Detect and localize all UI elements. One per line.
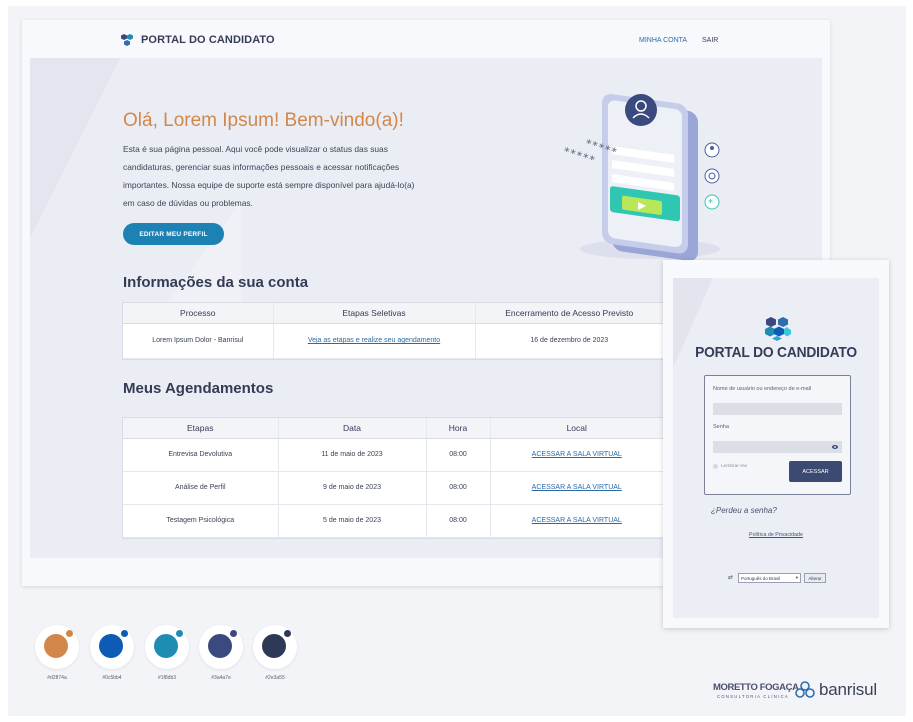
phone-login-illustration: ***** ***** * bbox=[561, 94, 720, 261]
hexagon-logo-icon bbox=[765, 317, 791, 341]
swatch-dot bbox=[121, 630, 128, 637]
step-date: 5 de maio de 2023 bbox=[278, 504, 427, 538]
password-label: Senha bbox=[713, 424, 729, 430]
virtual-room-link[interactable]: ACESSAR A SALA VIRTUAL bbox=[532, 517, 622, 524]
language-select[interactable]: Português do Brasil ▾ bbox=[738, 573, 801, 583]
moretto-fogaca-logo: MORETTO FOGAÇA CONSULTORIA CLÍNICA bbox=[713, 676, 799, 702]
schedule-table: Etapas Data Hora Local Entrevisa Devolut… bbox=[123, 418, 663, 538]
login-portal-title: PORTAL DO CANDIDATO bbox=[695, 344, 857, 361]
step-time: 08:00 bbox=[426, 471, 491, 505]
color-swatch bbox=[145, 625, 189, 669]
color-swatch bbox=[253, 625, 297, 669]
login-submit-button[interactable]: ACESSAR bbox=[789, 461, 842, 482]
language-value: Português do Brasil bbox=[741, 575, 781, 581]
login-form: Nome de usuário ou endereço de e-mail Se… bbox=[704, 375, 851, 495]
process-name: Lorem Ipsum Dolor - Banrisul bbox=[123, 323, 274, 359]
banrisul-logo: banrisul bbox=[795, 680, 877, 700]
welcome-title: Olá, Lorem Ipsum! Bem-vindo(a)! bbox=[123, 110, 404, 131]
account-info-table: Processo Etapas Seletivas Encerramento d… bbox=[123, 303, 663, 359]
moretto-fogaca-subtitle: CONSULTORIA CLÍNICA bbox=[717, 694, 790, 699]
table-row: Análise de Perfil 9 de maio de 2023 08:0… bbox=[123, 471, 663, 505]
moretto-fogaca-name: MORETTO FOGAÇA bbox=[713, 682, 799, 693]
swatch-label: #2e3a55 bbox=[265, 675, 285, 681]
step-name: Análise de Perfil bbox=[123, 471, 279, 505]
chevron-down-icon: ▾ bbox=[795, 575, 798, 580]
account-info-title: Informações da sua conta bbox=[123, 274, 309, 291]
schedule-title: Meus Agendamentos bbox=[123, 380, 274, 397]
swatch-label: #0c5bb4 bbox=[102, 675, 122, 681]
step-name: Testagem Psicológica bbox=[123, 504, 279, 538]
background-shape bbox=[30, 58, 120, 238]
swatch-label: #3a4a7e bbox=[211, 675, 231, 681]
color-swatch bbox=[90, 625, 134, 669]
swatch-label: #d2874a bbox=[47, 675, 67, 681]
portal-logo-text[interactable]: PORTAL DO CANDIDATO bbox=[141, 34, 275, 46]
table-row: Lorem Ipsum Dolor - Banrisul Veja as eta… bbox=[123, 323, 663, 359]
show-password-eye-icon[interactable] bbox=[832, 444, 838, 450]
step-time: 08:00 bbox=[426, 504, 491, 538]
password-input[interactable] bbox=[713, 441, 842, 453]
step-time: 08:00 bbox=[426, 438, 491, 472]
translate-icon: ⇄ bbox=[728, 575, 734, 581]
top-header: PORTAL DO CANDIDATO MINHA CONTA SAIR bbox=[22, 20, 830, 60]
change-language-button[interactable]: Alterar bbox=[804, 573, 826, 583]
table-row: Entrevisa Devolutiva 11 de maio de 2023 … bbox=[123, 438, 663, 472]
schedule-steps-link[interactable]: Veja as etapas e realize seu agendamento bbox=[308, 337, 440, 344]
table-header: Encerramento de Acesso Previsto bbox=[475, 303, 663, 324]
hexagon-logo-icon bbox=[121, 34, 133, 46]
nav-my-account-link[interactable]: MINHA CONTA bbox=[639, 37, 687, 44]
step-date: 11 de maio de 2023 bbox=[278, 438, 427, 472]
table-header: Etapas bbox=[123, 418, 279, 439]
table-row: Testagem Psicológica 5 de maio de 2023 0… bbox=[123, 504, 663, 538]
remember-me-checkbox[interactable] bbox=[713, 464, 718, 469]
privacy-policy-link[interactable]: Política de Privacidade bbox=[663, 532, 889, 538]
swatch-dot bbox=[230, 630, 237, 637]
virtual-room-link[interactable]: ACESSAR A SALA VIRTUAL bbox=[532, 484, 622, 491]
swatch-fill bbox=[44, 634, 68, 658]
language-switcher: ⇄ Português do Brasil ▾ Alterar bbox=[728, 573, 826, 583]
swatch-label: #1f8db3 bbox=[157, 675, 177, 681]
swatch-fill bbox=[99, 634, 123, 658]
step-name: Entrevisa Devolutiva bbox=[123, 438, 279, 472]
swatch-fill bbox=[154, 634, 178, 658]
banrisul-logo-icon bbox=[795, 681, 815, 698]
background-shape bbox=[162, 200, 242, 310]
swatch-fill bbox=[208, 634, 232, 658]
table-header: Hora bbox=[426, 418, 491, 439]
color-swatch bbox=[199, 625, 243, 669]
swatch-dot bbox=[284, 630, 291, 637]
virtual-room-link[interactable]: ACESSAR A SALA VIRTUAL bbox=[532, 451, 622, 458]
username-input[interactable] bbox=[713, 403, 842, 415]
table-header: Data bbox=[278, 418, 427, 439]
remember-me-label: Lembrar-me bbox=[721, 464, 748, 469]
swatch-dot bbox=[176, 630, 183, 637]
table-header: Etapas Seletivas bbox=[273, 303, 476, 324]
svg-text:*: * bbox=[708, 198, 713, 209]
color-swatch bbox=[35, 625, 79, 669]
table-header: Local bbox=[490, 418, 663, 439]
login-screen: PORTAL DO CANDIDATO Nome de usuário ou e… bbox=[663, 260, 889, 628]
step-date: 9 de maio de 2023 bbox=[278, 471, 427, 505]
edit-profile-button[interactable]: EDITAR MEU PERFIL bbox=[123, 223, 224, 245]
welcome-description: Esta é sua página pessoal. Aqui você pod… bbox=[123, 144, 415, 208]
remember-me[interactable]: Lembrar-me bbox=[713, 464, 747, 469]
forgot-password-link[interactable]: ¿Perdeu a senha? bbox=[711, 506, 777, 515]
access-end-date: 16 de dezembro de 2023 bbox=[475, 323, 663, 359]
nav-logout-link[interactable]: SAIR bbox=[702, 37, 718, 44]
table-header: Processo bbox=[123, 303, 274, 324]
banrisul-name: banrisul bbox=[819, 680, 877, 699]
username-label: Nome de usuário ou endereço de e-mail bbox=[713, 386, 812, 392]
swatch-dot bbox=[66, 630, 73, 637]
swatch-fill bbox=[262, 634, 286, 658]
